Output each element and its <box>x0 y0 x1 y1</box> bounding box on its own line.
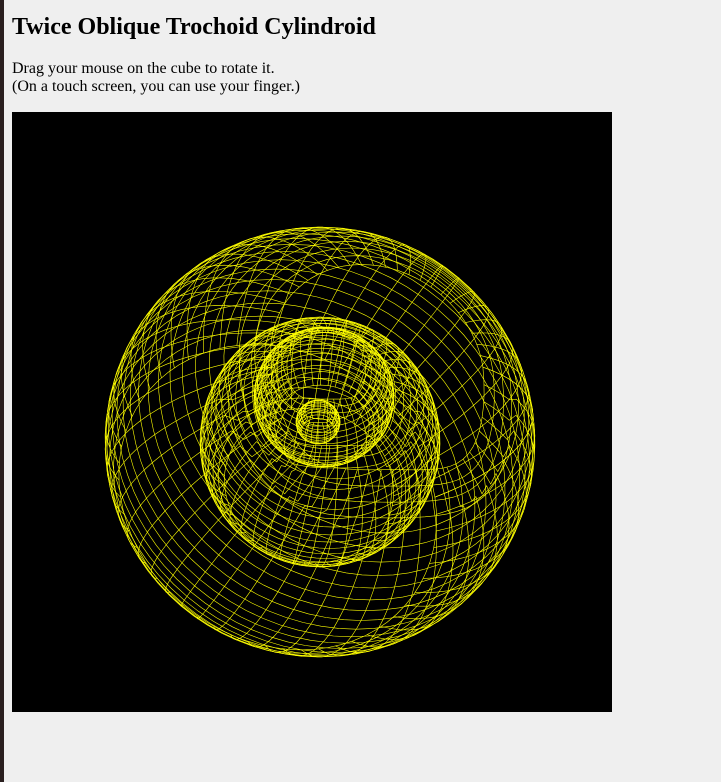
window-left-edge <box>0 0 4 782</box>
wire-line <box>113 319 276 432</box>
wire-line <box>431 355 529 481</box>
wire-line <box>180 458 315 607</box>
wire-line <box>116 244 526 638</box>
wire-line <box>292 445 322 565</box>
instruction-line-1: Drag your mouse on the cube to rotate it… <box>12 60 275 77</box>
wire-line <box>429 430 527 564</box>
wire-line <box>254 255 495 487</box>
wire-line <box>322 400 326 419</box>
wire-line <box>106 366 272 498</box>
wire-line <box>335 469 421 653</box>
wire-line <box>275 395 300 454</box>
instructions: Drag your mouse on the cube to rotate it… <box>12 60 300 96</box>
wire-line <box>165 451 305 593</box>
wire-line <box>347 445 377 561</box>
wire-line <box>315 445 339 568</box>
wire-line <box>337 399 348 465</box>
wire-line <box>150 442 297 579</box>
core-shell-wireframe <box>295 399 341 445</box>
wire-line <box>247 469 358 648</box>
wire-line <box>197 463 325 620</box>
wireframe-canvas[interactable] <box>12 112 612 712</box>
wireframe-surface[interactable] <box>12 112 612 712</box>
page-title: Twice Oblique Trochoid Cylindroid <box>12 14 376 40</box>
instruction-line-2: (On a touch screen, you can use your fin… <box>12 78 300 95</box>
